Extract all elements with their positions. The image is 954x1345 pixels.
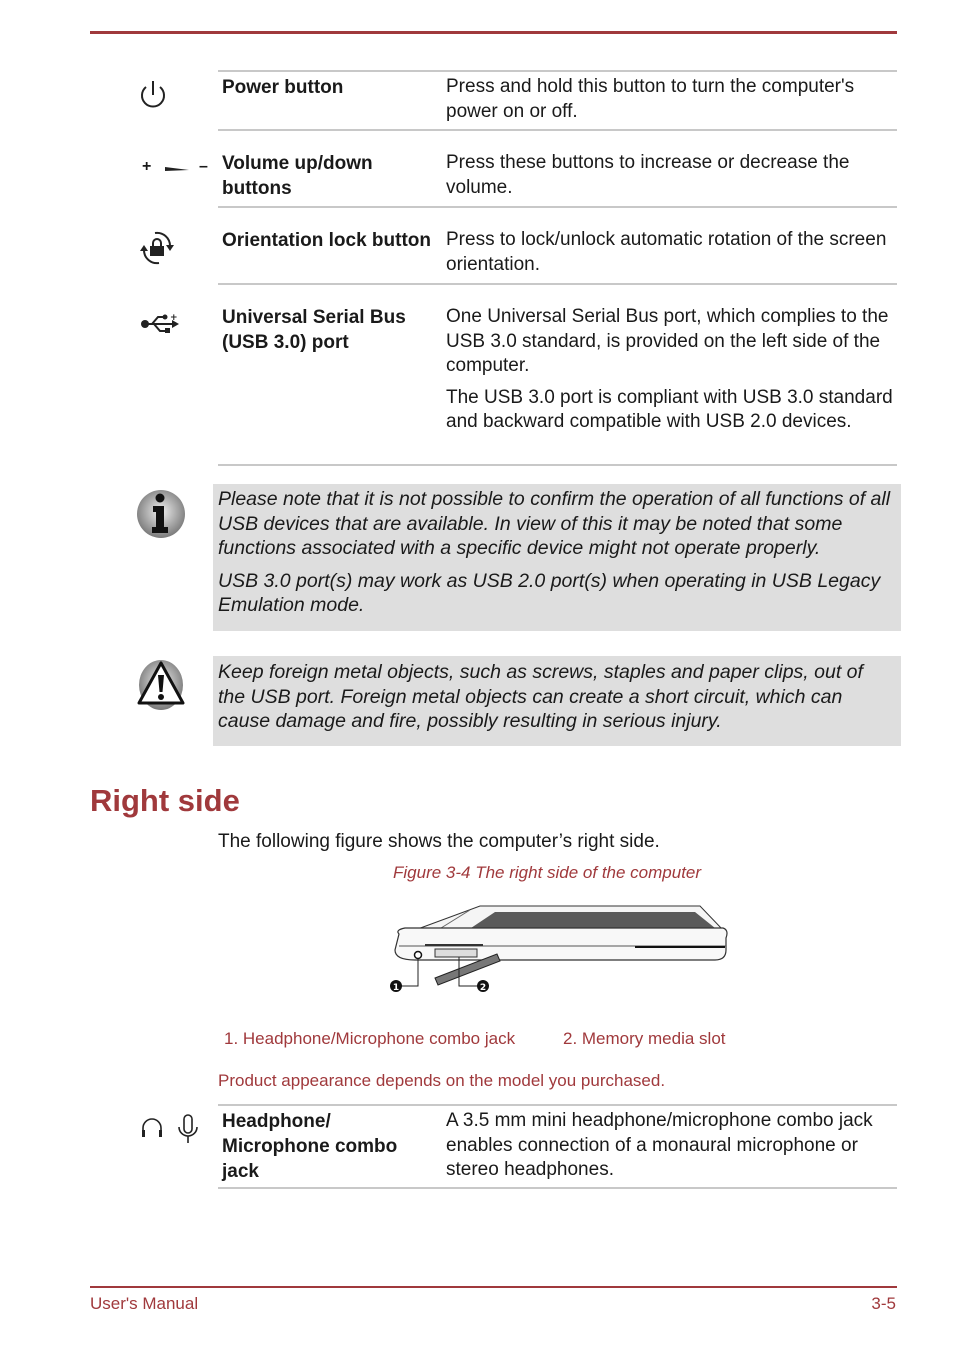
svg-text:+: + [170, 313, 178, 323]
term-label: Volume up/down buttons [222, 153, 373, 199]
description-text: Press these buttons to increase or decre… [446, 152, 850, 198]
row-rule [218, 70, 897, 72]
info-note: Please note that it is not possible to c… [213, 484, 901, 631]
description: Press and hold this button to turn the c… [446, 75, 896, 131]
description-text: Press to lock/unlock automatic rotation … [446, 229, 887, 275]
description-text: Press and hold this button to turn the c… [446, 76, 855, 122]
section-heading: Right side [90, 783, 240, 818]
section-intro: The following figure shows the computer’… [218, 831, 660, 852]
warning-icon [137, 660, 185, 710]
volume-wedge-icon [165, 167, 189, 171]
description: Press these buttons to increase or decre… [446, 151, 896, 207]
description: Press to lock/unlock automatic rotation … [446, 228, 896, 284]
legend-item-1: 1. Headphone/Microphone combo jack [224, 1029, 516, 1048]
description-text: The USB 3.0 port is compliant with USB 3… [446, 386, 893, 433]
row-rule [218, 1187, 897, 1189]
description-text: A 3.5 mm mini headphone/microphone combo… [446, 1110, 873, 1180]
headphone-microphone-icon [140, 1113, 202, 1145]
row-rule [218, 1104, 897, 1106]
figure-caption: Figure 3-4 The right side of the compute… [393, 863, 702, 882]
microphone-icon [178, 1114, 198, 1143]
headphone-icon [142, 1118, 162, 1137]
term-label: Orientation lock button [222, 230, 431, 251]
row-rule [218, 129, 897, 131]
laptop-right-side-figure: 1 2 [390, 905, 728, 993]
term-label: Power button [222, 77, 344, 98]
term-label: Headphone/ Microphone combo jack [222, 1111, 398, 1182]
legend-item-2: 2. Memory media slot [563, 1029, 726, 1048]
term-label: Universal Serial Bus (USB 3.0) port [222, 307, 406, 353]
footer-rule [90, 1286, 897, 1288]
volume-up-down-icon: + – [140, 158, 210, 180]
power-icon [141, 81, 165, 108]
description-text: One Universal Serial Bus port, which com… [446, 306, 889, 376]
row-rule [218, 464, 897, 466]
header-rule [90, 31, 897, 34]
description: One Universal Serial Bus port, which com… [446, 305, 896, 442]
note-text: USB 3.0 port(s) may work as USB 2.0 port… [218, 569, 881, 617]
row-rule [218, 206, 897, 208]
callout-2-label: 2 [480, 983, 486, 993]
row-rule [218, 283, 897, 285]
page-number: 3-5 [871, 1294, 896, 1313]
callout-1-label: 1 [393, 983, 399, 993]
info-icon [137, 490, 185, 538]
orientation-lock-icon [140, 231, 174, 265]
footer-manual-title: User's Manual [90, 1294, 199, 1313]
description: A 3.5 mm mini headphone/microphone combo… [446, 1109, 896, 1190]
minus-glyph: – [199, 158, 208, 175]
usb-icon: + [141, 313, 179, 333]
warning-note: Keep foreign metal objects, such as scre… [213, 656, 901, 746]
plus-glyph: + [142, 158, 152, 175]
note-text: Keep foreign metal objects, such as scre… [218, 661, 863, 732]
appearance-note: Product appearance depends on the model … [218, 1071, 666, 1090]
note-text: Please note that it is not possible to c… [218, 488, 891, 559]
